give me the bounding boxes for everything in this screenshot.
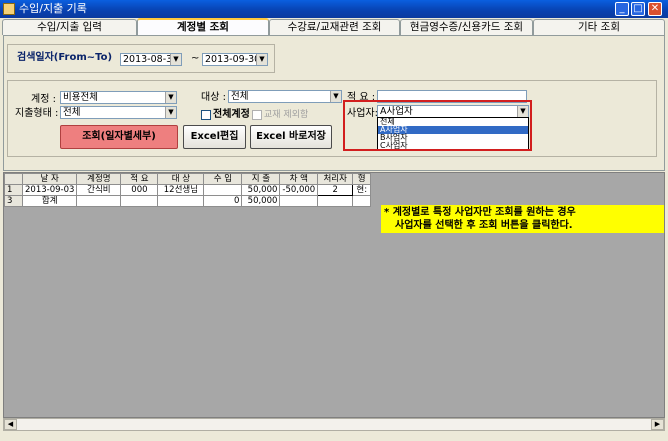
row-number: 1 xyxy=(4,184,23,196)
cell-account[interactable]: 간식비 xyxy=(76,184,122,196)
col-expense[interactable]: 지 출 xyxy=(241,173,281,185)
cell-difference[interactable]: -50,000 xyxy=(279,184,319,196)
cell-type[interactable]: 현: xyxy=(352,184,372,196)
tab-receipt-card-inquiry[interactable]: 현금영수증/신용카드 조회 xyxy=(400,19,533,35)
highlight-box xyxy=(343,100,532,151)
account-select[interactable]: 비용전체 ▼ xyxy=(60,91,177,104)
exclude-textbook-label: 교재 제외함 xyxy=(264,110,309,120)
table-row-total[interactable]: 3 합계 0 50,000 xyxy=(4,195,372,207)
cell-difference[interactable] xyxy=(279,195,319,207)
col-date[interactable]: 날 자 xyxy=(21,173,78,185)
cell-date[interactable]: 합계 xyxy=(21,195,78,207)
excel-save-button[interactable]: Excel 바로저장 xyxy=(250,125,332,149)
date-separator: ~ xyxy=(191,53,200,64)
cell-memo[interactable]: 000 xyxy=(120,184,159,196)
cell-expense[interactable]: 50,000 xyxy=(241,195,281,207)
results-table: 날 자 계정명 적 요 대 상 수 입 지 출 차 액 처리자 형 1 2013… xyxy=(4,173,372,207)
excel-edit-button[interactable]: Excel편집 xyxy=(183,125,246,149)
app-icon xyxy=(3,3,15,15)
target-label: 대상 : xyxy=(201,92,226,103)
row-header-corner xyxy=(4,173,23,185)
expense-type-label: 지출형태 : xyxy=(15,108,59,119)
col-handler[interactable]: 처리자 xyxy=(317,173,354,185)
table-row[interactable]: 1 2013-09-03 간식비 000 12선생님 50,000 -50,00… xyxy=(4,184,372,196)
chevron-down-icon[interactable]: ▼ xyxy=(165,107,176,118)
cell-memo[interactable] xyxy=(120,195,159,207)
target-value: 전체 xyxy=(231,91,249,102)
close-button[interactable]: ✕ xyxy=(648,2,662,16)
tab-account-inquiry[interactable]: 계정별 조회 xyxy=(137,18,269,36)
cell-target[interactable] xyxy=(157,195,205,207)
search-button[interactable]: 조회(일자별세부) xyxy=(60,125,178,149)
tab-other-inquiry[interactable]: 기타 조회 xyxy=(533,19,665,35)
scroll-left-icon[interactable]: ◀ xyxy=(4,419,17,430)
tab-income-expense-entry[interactable]: 수입/지출 입력 xyxy=(2,19,137,35)
horizontal-scrollbar[interactable]: ◀ ▶ xyxy=(3,418,665,431)
cell-handler[interactable]: 2 xyxy=(317,184,354,196)
cell-income[interactable] xyxy=(203,184,243,196)
cell-target[interactable]: 12선생님 xyxy=(157,184,205,196)
to-date-value: 2013-09-30 xyxy=(205,54,261,65)
cell-date[interactable]: 2013-09-03 xyxy=(21,184,78,196)
chevron-down-icon[interactable]: ▼ xyxy=(170,54,181,65)
exclude-textbook-checkbox[interactable] xyxy=(252,110,262,120)
note-line-2: 사업자를 선택한 후 조회 버튼을 클릭한다. xyxy=(395,220,573,231)
account-label: 계정 : xyxy=(31,94,56,105)
title-bar: 수입/지출 기록 _ □ ✕ xyxy=(0,0,668,18)
minimize-button[interactable]: _ xyxy=(615,2,629,16)
col-difference[interactable]: 차 액 xyxy=(279,173,319,185)
to-date-picker[interactable]: 2013-09-30 ▼ xyxy=(202,53,268,66)
cell-type[interactable] xyxy=(352,195,372,207)
col-income[interactable]: 수 입 xyxy=(203,173,243,185)
maximize-button[interactable]: □ xyxy=(631,2,645,16)
row-number: 3 xyxy=(4,195,23,207)
tab-tuition-inquiry[interactable]: 수강료/교재관련 조회 xyxy=(269,19,400,35)
from-date-picker[interactable]: 2013-08-30 ▼ xyxy=(120,53,182,66)
col-type[interactable]: 형 xyxy=(352,173,372,185)
chevron-down-icon[interactable]: ▼ xyxy=(330,91,341,102)
col-account[interactable]: 계정명 xyxy=(76,173,122,185)
window-title: 수입/지출 기록 xyxy=(19,2,87,15)
grid-header-row: 날 자 계정명 적 요 대 상 수 입 지 출 차 액 처리자 형 xyxy=(4,173,372,185)
all-accounts-label: 전체계정 xyxy=(213,109,250,120)
cell-income[interactable]: 0 xyxy=(203,195,243,207)
col-target[interactable]: 대 상 xyxy=(157,173,205,185)
expense-type-select[interactable]: 전체 ▼ xyxy=(60,106,177,119)
date-range-label: 검색일자(From~To) xyxy=(17,52,113,63)
chevron-down-icon[interactable]: ▼ xyxy=(165,92,176,103)
expense-type-value: 전체 xyxy=(63,107,81,118)
cell-expense[interactable]: 50,000 xyxy=(241,184,281,196)
scroll-right-icon[interactable]: ▶ xyxy=(651,419,664,430)
instruction-note: * 계정별로 특정 사업자만 조회를 원하는 경우 사업자를 선택한 후 조회 … xyxy=(381,205,664,233)
note-line-1: * 계정별로 특정 사업자만 조회를 원하는 경우 xyxy=(384,207,576,218)
target-select[interactable]: 전체 ▼ xyxy=(228,90,342,103)
cell-handler[interactable] xyxy=(317,195,354,207)
chevron-down-icon[interactable]: ▼ xyxy=(256,54,267,65)
account-value: 비용전체 xyxy=(63,92,98,103)
cell-account[interactable] xyxy=(76,195,122,207)
all-accounts-checkbox[interactable] xyxy=(201,110,211,120)
col-memo[interactable]: 적 요 xyxy=(120,173,159,185)
